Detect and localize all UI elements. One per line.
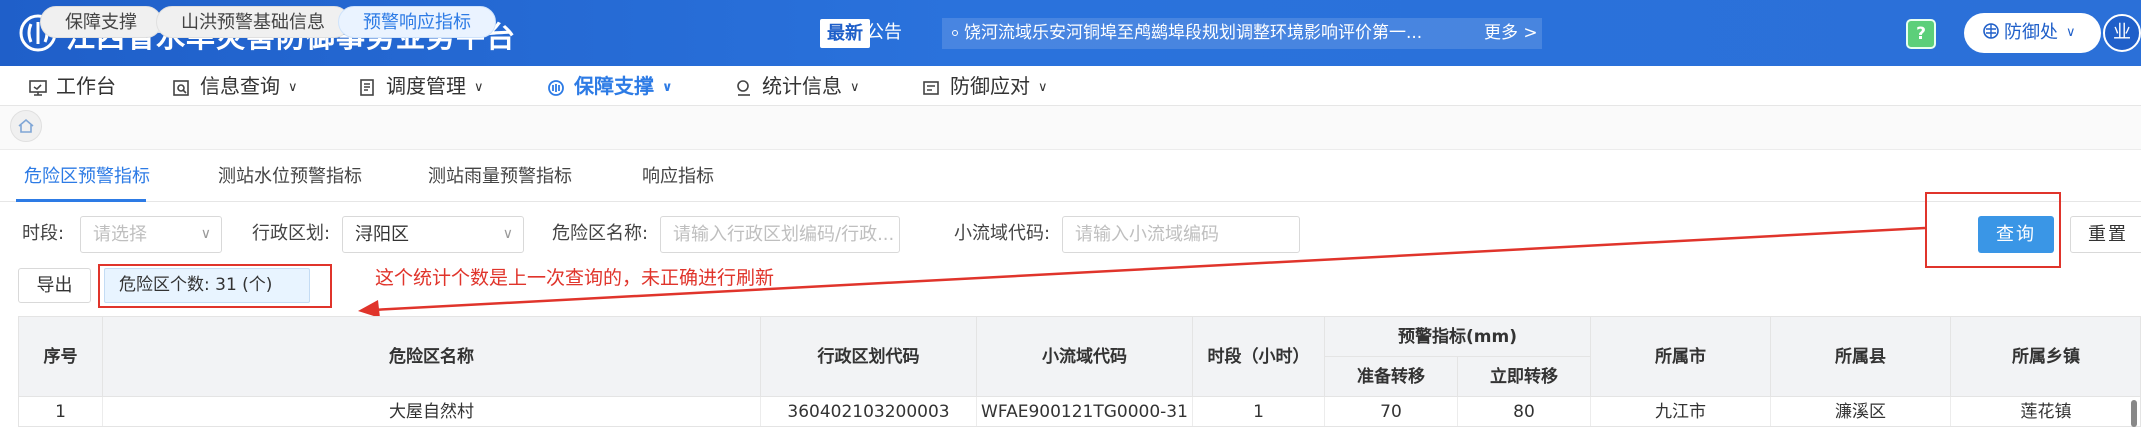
export-button[interactable]: 导出 [18, 268, 91, 303]
zone-name-input[interactable]: 请输入行政区划编码/行政... [660, 216, 900, 253]
col-header-city: 所属市 [1591, 317, 1771, 397]
user-menu[interactable]: 防御处 ∨ [1964, 13, 2101, 53]
col-header-county: 所属县 [1771, 317, 1951, 397]
user-name: 防御处 [2004, 22, 2058, 43]
breadcrumb [0, 106, 2141, 150]
nav-item-support[interactable]: 保障支撑 ∨ [546, 66, 673, 106]
region-value: 浔阳区 [355, 224, 409, 245]
tab-bar: 危险区预警指标 测站水位预警指标 测站雨量预警指标 响应指标 [0, 150, 2141, 202]
chevron-down-icon: ∨ [502, 226, 513, 242]
more-link[interactable]: 更多 > [1484, 21, 1538, 45]
nav-label: 保障支撑 [574, 74, 654, 98]
announcement-text[interactable]: 饶河流域乐安河铜埠至鸬鹚埠段规划调整环境影响评价第一... [964, 23, 1422, 43]
chevron-down-icon: ∨ [288, 79, 298, 95]
announcement-marquee[interactable]: 饶河流域乐安河铜埠至鸬鹚埠段规划调整环境影响评价第一... [942, 18, 1542, 49]
chevron-down-icon: ∨ [1038, 79, 1048, 95]
breadcrumb-current[interactable]: 预警响应指标 [338, 6, 496, 38]
breadcrumb-item[interactable]: 保障支撑 [40, 6, 162, 38]
tab-danger-zone[interactable]: 危险区预警指标 [24, 150, 150, 202]
period-select[interactable]: 请选择 ∨ [80, 216, 222, 253]
col-header-immediate: 立即转移 [1458, 357, 1591, 397]
chevron-down-icon: ∨ [850, 79, 860, 95]
home-icon [18, 118, 34, 133]
home-button[interactable] [10, 110, 42, 142]
cell-town: 莲花镇 [1951, 397, 2140, 426]
nav-item-response[interactable]: 防御应对 ∨ [922, 66, 1048, 106]
stats-icon [737, 79, 750, 96]
announcement-label: 公告 [866, 22, 902, 43]
basin-code-label: 小流域代码: [954, 223, 1051, 244]
nav-item-workbench[interactable]: 工作台 [28, 66, 116, 106]
nav-label: 信息查询 [200, 74, 280, 98]
new-badge: 最新 [820, 19, 870, 48]
chevron-down-icon: ∨ [662, 79, 673, 95]
period-placeholder: 请选择 [93, 224, 147, 245]
cell-immediate: 80 [1458, 397, 1591, 426]
period-label: 时段: [22, 223, 65, 244]
tab-response[interactable]: 响应指标 [642, 150, 714, 202]
bullet-icon [952, 30, 958, 36]
nav-label: 防御应对 [950, 74, 1030, 98]
reset-button[interactable]: 重置 [2070, 216, 2141, 253]
cell-prepare: 70 [1325, 397, 1458, 426]
search-doc-icon [173, 79, 189, 96]
col-header-town: 所属乡镇 [1951, 317, 2140, 397]
region-label: 行政区划: [252, 223, 331, 244]
department-icon [1983, 23, 1999, 39]
col-header-index: 序号 [19, 317, 103, 397]
annotation-text: 这个统计个数是上一次查询的，未正确进行刷新 [375, 267, 775, 289]
chevron-down-icon: ∨ [2066, 25, 2076, 40]
col-header-region-code: 行政区划代码 [761, 317, 977, 397]
col-header-prepare: 准备转移 [1325, 357, 1458, 397]
response-icon [923, 80, 939, 95]
breadcrumb-item[interactable]: 山洪预警基础信息 [156, 6, 350, 38]
data-table: 序号 危险区名称 行政区划代码 小流域代码 时段（小时） 预警指标(mm) 准备… [18, 316, 2141, 427]
count-highlight-box [98, 264, 332, 308]
chevron-down-icon: ∨ [474, 79, 484, 95]
active-tab-indicator [16, 199, 146, 202]
dispatch-icon [360, 78, 374, 96]
cell-name: 大屋自然村 [103, 397, 761, 426]
zone-name-label: 危险区名称: [552, 223, 649, 244]
col-header-basin-code: 小流域代码 [977, 317, 1193, 397]
monitor-icon [29, 79, 47, 96]
nav-label: 调度管理 [386, 74, 466, 98]
col-header-warning-group: 预警指标(mm) [1325, 317, 1591, 357]
query-highlight-box [1925, 192, 2061, 268]
nav-item-statistics[interactable]: 统计信息 ∨ [734, 66, 860, 106]
main-nav: 工作台 信息查询 ∨ 调度管理 ∨ 保障支撑 ∨ 统计信息 ∨ 防御应对 ∨ [0, 66, 2141, 106]
cell-region-code: 360402103200003 [761, 397, 977, 426]
chevron-down-icon: ∨ [200, 226, 211, 242]
cell-county: 濂溪区 [1771, 397, 1951, 426]
cell-city: 九江市 [1591, 397, 1771, 426]
region-select[interactable]: 浔阳区 ∨ [342, 216, 524, 253]
tab-station-rain[interactable]: 测站雨量预警指标 [428, 150, 572, 202]
avatar[interactable]: 业 [2103, 14, 2141, 52]
nav-label: 工作台 [56, 74, 116, 98]
cell-basin-code: WFAE900121TG0000-31 [977, 397, 1193, 426]
tab-station-water[interactable]: 测站水位预警指标 [218, 150, 362, 202]
col-header-name: 危险区名称 [103, 317, 761, 397]
nav-item-info-query[interactable]: 信息查询 ∨ [172, 66, 298, 106]
help-icon: ? [1916, 24, 1926, 44]
col-header-period: 时段（小时） [1193, 317, 1325, 397]
table-scrollbar[interactable] [2131, 400, 2137, 427]
support-icon [548, 79, 564, 96]
cell-index: 1 [19, 397, 103, 426]
basin-code-input[interactable]: 请输入小流域编码 [1062, 216, 1300, 253]
help-button[interactable]: ? [1906, 19, 1936, 49]
nav-item-dispatch[interactable]: 调度管理 ∨ [358, 66, 484, 106]
nav-label: 统计信息 [762, 74, 842, 98]
cell-period: 1 [1193, 397, 1325, 426]
